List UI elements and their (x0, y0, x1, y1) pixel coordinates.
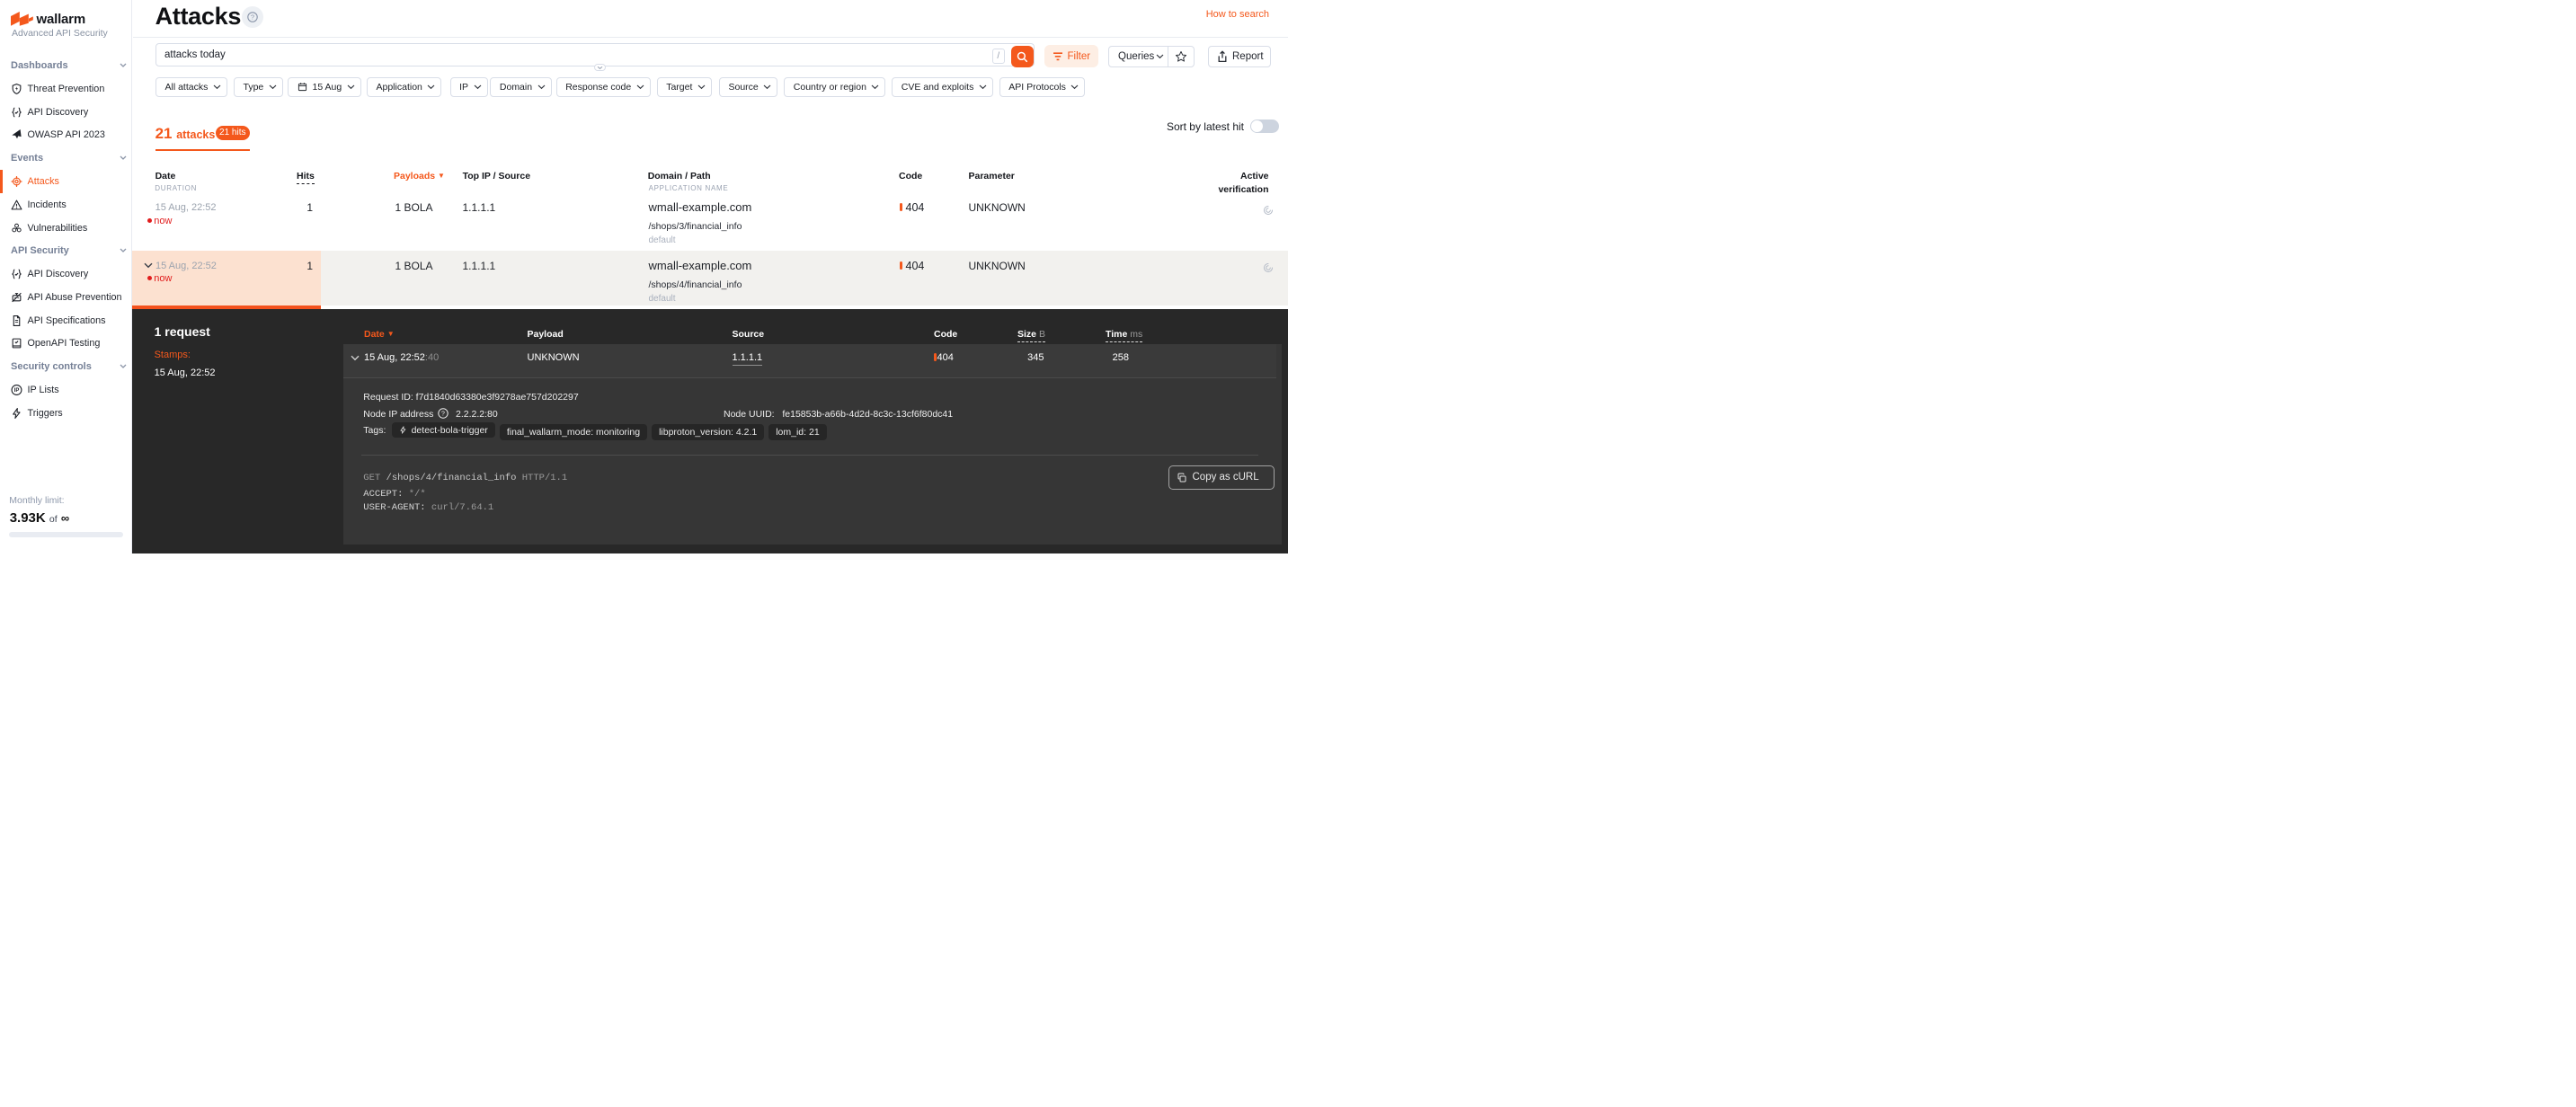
svg-text:?: ? (441, 411, 445, 417)
svg-text:?: ? (250, 13, 253, 22)
svg-text:IP: IP (14, 388, 20, 394)
